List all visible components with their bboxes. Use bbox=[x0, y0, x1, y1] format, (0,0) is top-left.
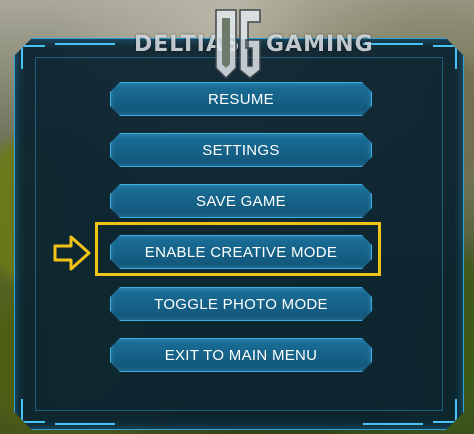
resume-button[interactable]: RESUME bbox=[110, 82, 372, 116]
game-screen: DELTIAS GAMING RESUME SETTINGS SAVE GAME… bbox=[0, 0, 474, 434]
panel-edge-decoration bbox=[55, 423, 115, 425]
watermark: DELTIAS GAMING bbox=[0, 8, 474, 80]
panel-corner-decoration bbox=[21, 399, 45, 423]
arrow-right-outline-icon bbox=[53, 235, 91, 271]
panel-corner-decoration bbox=[433, 399, 457, 423]
save-game-button[interactable]: SAVE GAME bbox=[110, 184, 372, 218]
settings-button[interactable]: SETTINGS bbox=[110, 133, 372, 167]
panel-edge-decoration bbox=[363, 423, 423, 425]
highlight-frame bbox=[95, 222, 381, 276]
exit-to-main-menu-button[interactable]: EXIT TO MAIN MENU bbox=[110, 338, 372, 372]
watermark-right-text: GAMING bbox=[266, 32, 374, 57]
watermark-logo-icon bbox=[215, 9, 261, 80]
toggle-photo-mode-button[interactable]: TOGGLE PHOTO MODE bbox=[110, 287, 372, 321]
